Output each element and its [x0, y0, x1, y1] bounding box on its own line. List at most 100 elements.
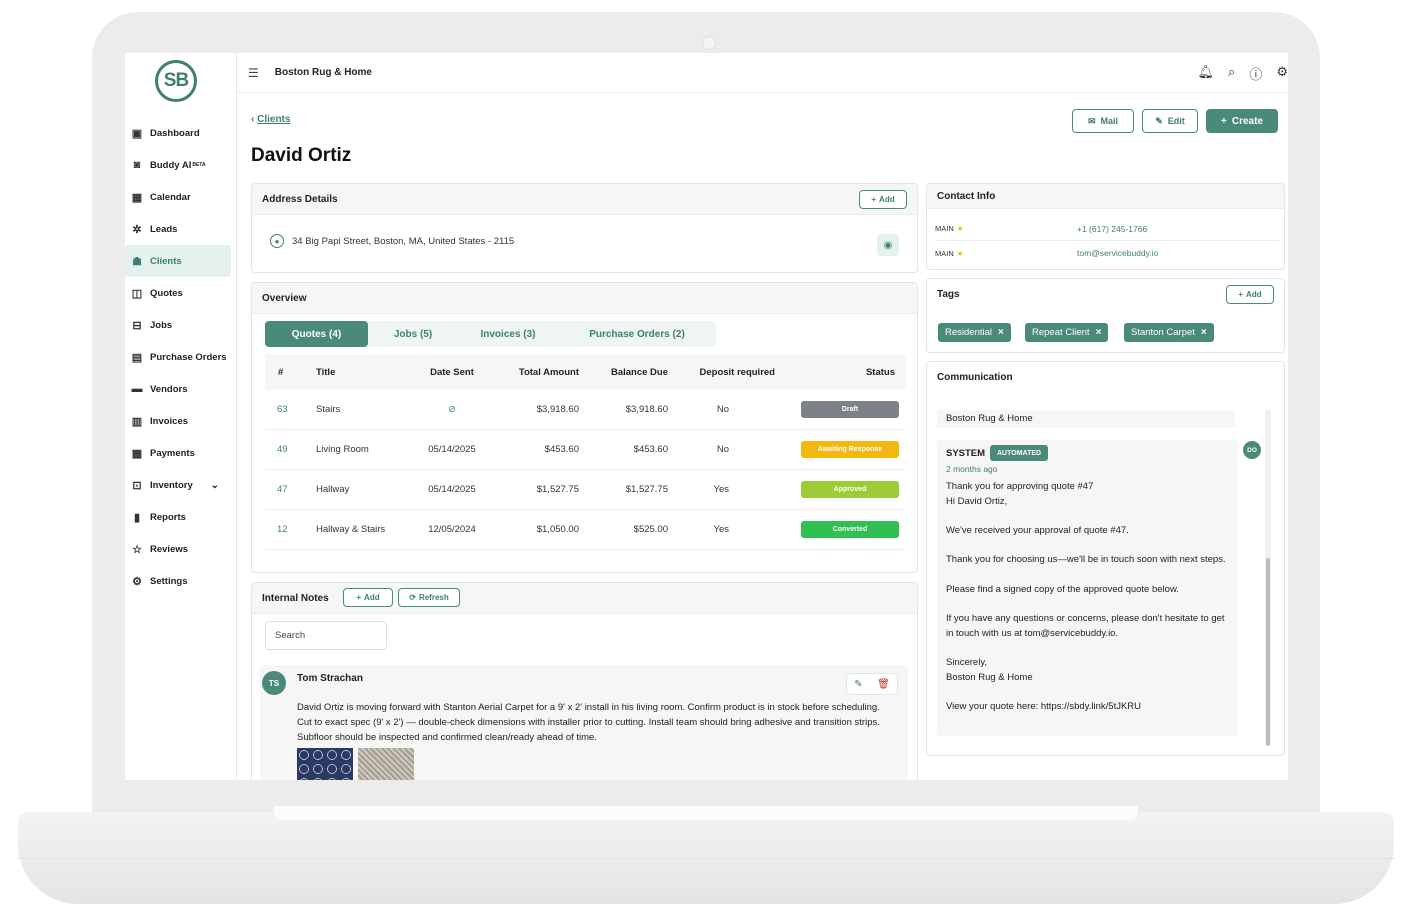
tag-chip[interactable]: Residential ×	[938, 323, 1011, 342]
phone-link[interactable]: +1 (617) 245-1766	[1077, 224, 1147, 234]
table-row[interactable]: 47 Hallway 05/14/2025 $1,527.75 $1,527.7…	[265, 470, 906, 510]
sidebar-item-clients[interactable]: ☗ Clients	[125, 245, 231, 277]
address-line[interactable]: ● 34 Big Papi Street, Boston, MA, United…	[270, 234, 514, 248]
table-row[interactable]: 12 Hallway & Stairs 12/05/2024 $1,050.00…	[265, 510, 906, 550]
column-header: Status	[865, 366, 895, 378]
communication-card: Communication Boston Rug & Home SYSTEM A…	[926, 361, 1285, 756]
tab-jobs[interactable]: Jobs (5)	[368, 321, 458, 347]
quote-number[interactable]: 49	[265, 444, 316, 455]
laptop-base-edge	[18, 858, 1394, 859]
refresh-icon: ⟳	[409, 593, 416, 602]
automated-badge: AUTOMATED	[990, 445, 1049, 461]
avatar: DO	[1243, 441, 1261, 459]
sidebar-item-calendar[interactable]: ▦ Calendar	[125, 181, 237, 213]
pencil-icon[interactable]: ✎	[854, 679, 862, 690]
sidebar-item-quotes[interactable]: ◫ Quotes	[125, 277, 237, 309]
sidebar-item-jobs[interactable]: ⊟ Jobs	[125, 309, 237, 341]
carpet-image-thumbnail[interactable]	[358, 748, 414, 780]
tab-purchase-orders[interactable]: Purchase Orders (2)	[558, 321, 716, 347]
column-header: Deposit required	[699, 366, 776, 378]
sidebar-item-vendors[interactable]: ▬ Vendors	[125, 373, 237, 405]
mail-button[interactable]: ✉ Mail	[1072, 109, 1134, 133]
tab-quotes[interactable]: Quotes (4)	[265, 321, 368, 347]
breadcrumb-clients-link[interactable]: Clients	[257, 114, 290, 125]
contact-label: MAIN ★	[935, 224, 1077, 233]
create-button-label: Create	[1231, 115, 1263, 127]
avatar: TS	[262, 671, 286, 695]
communication-title: Communication	[927, 362, 1284, 393]
scrollbar-thumb[interactable]	[1266, 558, 1270, 746]
add-address-button[interactable]: + Add	[859, 190, 907, 209]
sidebar-item-leads[interactable]: ✲ Leads	[125, 213, 237, 245]
table-header: # Title Date Sent Total Amount Balance D…	[265, 354, 906, 390]
message-scrollbar[interactable]	[1265, 410, 1271, 746]
refresh-notes-button[interactable]: ⟳ Refresh	[398, 588, 460, 607]
sidebar-item-reports[interactable]: ▮ Reports	[125, 501, 237, 533]
note-text: David Ortiz is moving forward with Stant…	[297, 702, 880, 743]
edit-button[interactable]: ✎ Edit	[1142, 109, 1198, 133]
address-card-title: Address Details	[252, 184, 917, 215]
tab-invoices[interactable]: Invoices (3)	[458, 321, 558, 347]
note-item: TS Tom Strachan ✎ 🗑︎ David Ortiz is movi…	[260, 665, 908, 780]
search-icon[interactable]: ⌕	[1228, 64, 1235, 83]
sidebar-item-dashboard[interactable]: ▣ Dashboard	[125, 117, 237, 149]
sidebar-item-label: Payments	[150, 447, 195, 459]
notes-search-input[interactable]: Search	[265, 621, 387, 650]
tag-chip[interactable]: Stanton Carpet ×	[1124, 323, 1214, 342]
sidebar-item-label: Clients	[150, 255, 182, 267]
table-row[interactable]: 49 Living Room 05/14/2025 $453.60 $453.6…	[265, 430, 906, 470]
trash-icon[interactable]: 🗑︎	[877, 679, 890, 690]
refresh-notes-label: Refresh	[418, 593, 449, 602]
settings-icon[interactable]: ⚙	[1276, 64, 1288, 83]
edit-button-label: Edit	[1167, 116, 1185, 126]
overview-tabs: Quotes (4) Jobs (5) Invoices (3) Purchas…	[265, 321, 716, 347]
sidebar-item-settings[interactable]: ⚙ Settings	[125, 565, 237, 597]
sidebar: SB ▣ Dashboard ◙ Buddy AI BETA ▦ Calendar ✲ L…	[125, 53, 237, 780]
table-row[interactable]: 63 Stairs ⊘ $3,918.60 $3,918.60 No Draft	[265, 390, 906, 430]
sidebar-item-buddy-ai[interactable]: ◙ Buddy AI BETA	[125, 149, 237, 181]
sidebar-item-purchase-orders[interactable]: ▤ Purchase Orders	[125, 341, 237, 373]
eye-icon: ◉	[883, 239, 893, 251]
sidebar-item-reviews[interactable]: ☆ Reviews	[125, 533, 237, 565]
vendors-icon: ▬	[131, 383, 143, 395]
sidebar-item-payments[interactable]: ▩ Payments	[125, 437, 237, 469]
quote-number[interactable]: 63	[265, 404, 316, 415]
quote-number[interactable]: 12	[265, 524, 316, 535]
sidebar-item-label: Calendar	[150, 191, 191, 203]
create-button[interactable]: + Create	[1206, 109, 1278, 133]
tag-chip[interactable]: Repeat Client ×	[1025, 323, 1109, 342]
column-header: Balance Due	[610, 366, 668, 378]
message-line: Sincerely,	[946, 657, 988, 669]
inventory-icon: ⊡	[132, 479, 142, 492]
app-logo[interactable]: SB	[155, 60, 197, 102]
close-icon[interactable]: ×	[998, 327, 1004, 338]
sidebar-item-inventory[interactable]: ⊡ Inventory ⌄	[125, 469, 237, 501]
not-sent-icon: ⊘	[448, 404, 456, 415]
sidebar-item-label: Invoices	[150, 415, 189, 427]
add-tag-button[interactable]: + Add	[1226, 285, 1274, 304]
contact-row: MAIN ★ tom@servicebuddy.io	[935, 241, 1279, 265]
chevron-down-icon[interactable]: ⌄	[211, 480, 219, 491]
email-link[interactable]: tom@servicebuddy.io	[1077, 248, 1158, 258]
sidebar-item-invoices[interactable]: ▥ Invoices	[125, 405, 237, 437]
quote-number[interactable]: 47	[265, 484, 316, 495]
quote-link[interactable]: View your quote here: https://sbdy.link/…	[946, 700, 1231, 715]
breadcrumb[interactable]: ‹ Clients	[251, 114, 290, 125]
quote-deposit: Yes	[713, 524, 730, 535]
webcam	[702, 36, 716, 50]
carpet-image-thumbnail[interactable]	[297, 748, 353, 780]
sidebar-item-label: Jobs	[150, 319, 173, 331]
help-icon[interactable]: ⓘ	[1249, 64, 1262, 83]
quote-date: 05/14/2025	[428, 444, 476, 455]
menu-icon[interactable]: ☰	[248, 66, 259, 80]
bell-icon[interactable]: 🔔︎	[1198, 64, 1215, 83]
add-note-button[interactable]: + Add	[343, 588, 393, 607]
status-badge: Converted	[801, 521, 899, 538]
sidebar-item-label: Reports	[150, 511, 186, 523]
close-icon[interactable]: ×	[1201, 327, 1207, 338]
view-address-button[interactable]: ◉	[877, 234, 899, 256]
purchase-orders-icon: ▤	[131, 351, 143, 364]
close-icon[interactable]: ×	[1096, 327, 1102, 338]
company-name: Boston Rug & Home	[274, 67, 372, 78]
